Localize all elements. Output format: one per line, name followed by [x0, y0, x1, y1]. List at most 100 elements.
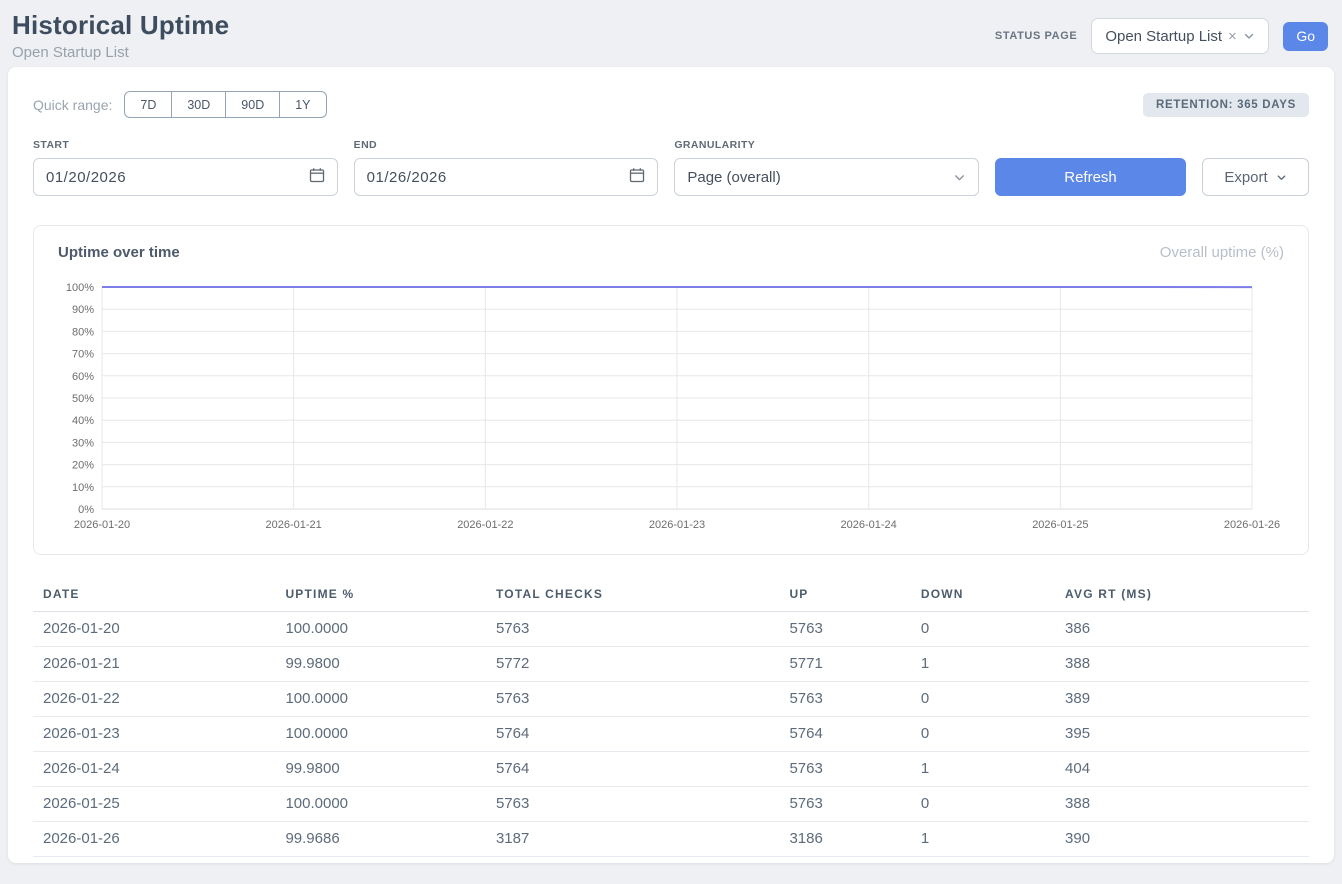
y-tick-label: 100% [66, 282, 94, 294]
chevron-down-icon [1243, 30, 1255, 42]
y-tick-label: 40% [72, 415, 94, 427]
x-tick-label: 2026-01-26 [1224, 519, 1280, 531]
chevron-down-icon [953, 171, 966, 184]
cell-down: 0 [911, 682, 1055, 717]
quick-range-row: Quick range: 7D30D90D1Y RETENTION: 365 D… [33, 91, 1309, 118]
cell-total-checks: 5764 [486, 717, 779, 752]
chart-title: Uptime over time [58, 244, 180, 261]
x-tick-label: 2026-01-20 [74, 519, 130, 531]
status-page-select[interactable]: Open Startup List × [1091, 18, 1269, 54]
end-label: END [354, 139, 659, 151]
x-tick-label: 2026-01-24 [841, 519, 897, 531]
cell-uptime-: 99.9686 [275, 822, 486, 857]
cell-down: 1 [911, 752, 1055, 787]
table-row: 2026-01-22100.0000576357630389 [33, 682, 1309, 717]
start-date-field: START 01/20/2026 [33, 139, 338, 196]
cell-total-checks: 3187 [486, 822, 779, 857]
y-tick-label: 80% [72, 326, 94, 338]
granularity-label: GRANULARITY [674, 139, 979, 151]
y-tick-label: 20% [72, 460, 94, 472]
cell-uptime-: 99.9800 [275, 647, 486, 682]
cell-uptime-: 100.0000 [275, 612, 486, 647]
cell-up: 5763 [779, 752, 910, 787]
uptime-line-chart: 0%10%20%30%40%50%60%70%80%90%100%2026-01… [58, 275, 1284, 537]
table-row: 2026-01-25100.0000576357630388 [33, 787, 1309, 822]
x-tick-label: 2026-01-21 [266, 519, 322, 531]
cell-avg-rt-ms-: 389 [1055, 682, 1309, 717]
granularity-field: GRANULARITY Page (overall) [674, 139, 979, 196]
refresh-button[interactable]: Refresh [995, 158, 1186, 196]
y-tick-label: 70% [72, 349, 94, 361]
axis-labels: 0%10%20%30%40%50%60%70%80%90%100%2026-01… [66, 282, 1280, 531]
table-row: 2026-01-2699.9686318731861390 [33, 822, 1309, 857]
cell-uptime-: 100.0000 [275, 787, 486, 822]
grid-lines [102, 287, 1252, 509]
cell-down: 1 [911, 647, 1055, 682]
start-date-input[interactable]: 01/20/2026 [33, 158, 338, 196]
cell-avg-rt-ms-: 388 [1055, 787, 1309, 822]
chevron-down-icon [1276, 172, 1287, 183]
x-tick-label: 2026-01-22 [457, 519, 513, 531]
cell-date: 2026-01-23 [33, 717, 275, 752]
page-title: Historical Uptime [12, 10, 229, 41]
cell-up: 5763 [779, 787, 910, 822]
column-header-avg-rt-ms-: AVG RT (MS) [1055, 579, 1309, 612]
cell-uptime-: 100.0000 [275, 682, 486, 717]
cell-up: 5771 [779, 647, 910, 682]
export-button-label: Export [1224, 169, 1267, 186]
cell-total-checks: 5763 [486, 682, 779, 717]
end-date-field: END 01/26/2026 [354, 139, 659, 196]
go-button[interactable]: Go [1283, 22, 1328, 51]
cell-avg-rt-ms-: 390 [1055, 822, 1309, 857]
calendar-icon[interactable] [629, 167, 645, 188]
y-tick-label: 90% [72, 304, 94, 316]
chart-plot-area: 0%10%20%30%40%50%60%70%80%90%100%2026-01… [58, 275, 1284, 542]
start-label: START [33, 139, 338, 151]
column-header-down: DOWN [911, 579, 1055, 612]
cell-date: 2026-01-20 [33, 612, 275, 647]
granularity-selected-value: Page (overall) [687, 169, 780, 186]
cell-up: 5763 [779, 612, 910, 647]
x-tick-label: 2026-01-23 [649, 519, 705, 531]
cell-total-checks: 5772 [486, 647, 779, 682]
column-header-up: UP [779, 579, 910, 612]
cell-date: 2026-01-25 [33, 787, 275, 822]
quick-range-7d[interactable]: 7D [124, 91, 172, 118]
column-header-date: DATE [33, 579, 275, 612]
chart-legend: Overall uptime (%) [1160, 244, 1284, 261]
cell-date: 2026-01-26 [33, 822, 275, 857]
clear-selection-icon[interactable]: × [1228, 29, 1237, 44]
status-page-selected-value: Open Startup List [1105, 28, 1222, 45]
quick-range-30d[interactable]: 30D [172, 91, 226, 118]
chart-header: Uptime over time Overall uptime (%) [58, 244, 1284, 261]
granularity-select[interactable]: Page (overall) [674, 158, 979, 196]
quick-range-90d[interactable]: 90D [226, 91, 280, 118]
top-bar: Historical Uptime Open Startup List STAT… [0, 0, 1342, 67]
quick-range-1y[interactable]: 1Y [280, 91, 326, 118]
export-button[interactable]: Export [1202, 158, 1309, 196]
table-header-row: DATEUPTIME %TOTAL CHECKSUPDOWNAVG RT (MS… [33, 579, 1309, 612]
cell-date: 2026-01-24 [33, 752, 275, 787]
filter-row: START 01/20/2026 END 01/26/2026 GRANULAR… [33, 139, 1309, 196]
end-date-input[interactable]: 01/26/2026 [354, 158, 659, 196]
cell-avg-rt-ms-: 386 [1055, 612, 1309, 647]
page-subtitle: Open Startup List [12, 44, 229, 61]
y-tick-label: 0% [78, 504, 94, 516]
cell-avg-rt-ms-: 395 [1055, 717, 1309, 752]
cell-avg-rt-ms-: 404 [1055, 752, 1309, 787]
cell-uptime-: 100.0000 [275, 717, 486, 752]
column-header-uptime-: UPTIME % [275, 579, 486, 612]
title-block: Historical Uptime Open Startup List [12, 10, 229, 61]
cell-up: 5764 [779, 717, 910, 752]
cell-date: 2026-01-21 [33, 647, 275, 682]
start-date-value: 01/20/2026 [46, 169, 126, 186]
retention-badge: RETENTION: 365 DAYS [1143, 93, 1309, 117]
cell-down: 1 [911, 822, 1055, 857]
uptime-chart-card: Uptime over time Overall uptime (%) 0% 10… [33, 225, 1309, 555]
cell-down: 0 [911, 612, 1055, 647]
y-tick-label: 60% [72, 371, 94, 383]
status-page-label: STATUS PAGE [995, 30, 1077, 42]
x-tick-label: 2026-01-25 [1032, 519, 1088, 531]
calendar-icon[interactable] [309, 167, 325, 188]
quick-range-buttons: 7D30D90D1Y [124, 91, 326, 118]
